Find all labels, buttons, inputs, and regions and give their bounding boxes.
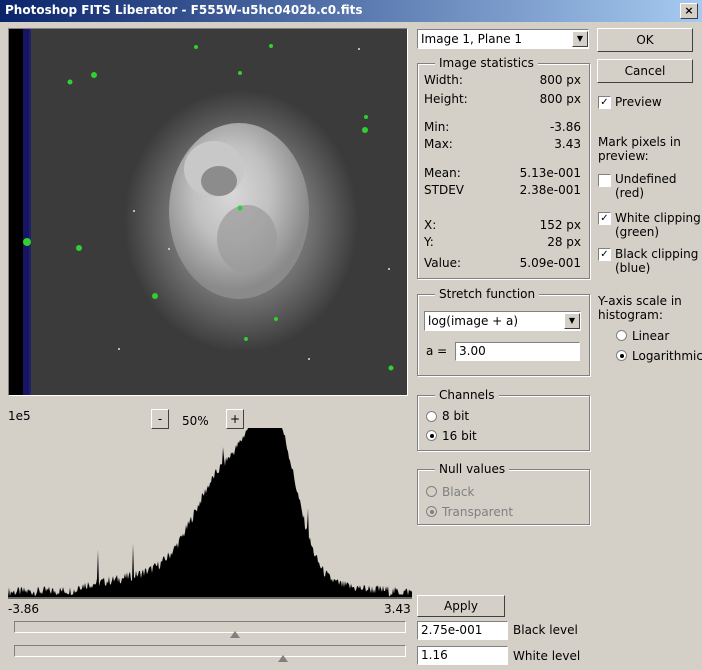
mark-pixels-label-2: preview: (598, 149, 649, 163)
white-level-value: 1.16 (421, 648, 448, 662)
stat-mean-value: 5.13e-001 (519, 166, 581, 180)
chevron-down-icon[interactable]: ▼ (572, 31, 588, 47)
nebula-preview-svg (9, 29, 407, 395)
stat-max-label: Max: (424, 137, 453, 151)
stat-height-label: Height: (424, 92, 468, 106)
window-title: Photoshop FITS Liberator - F555W-u5hc040… (5, 3, 363, 17)
stat-value-label: Value: (424, 256, 461, 270)
null-black-radio (426, 486, 437, 497)
undefined-label-2: (red) (615, 186, 645, 200)
histogram-y-label: 1e5 (8, 409, 31, 423)
white-level-thumb[interactable] (278, 655, 288, 662)
white-level-input[interactable]: 1.16 (417, 646, 508, 665)
stat-min-label: Min: (424, 120, 450, 134)
preview-label[interactable]: Preview (615, 95, 662, 109)
black-level-slider[interactable] (14, 621, 406, 633)
stretch-function-select[interactable]: log(image + a) ▼ (424, 311, 581, 331)
stretch-a-value: 3.00 (459, 344, 486, 358)
zoom-in-button[interactable]: + (226, 409, 244, 429)
stat-stdev-label: STDEV (424, 183, 464, 197)
8-bit-radio[interactable] (426, 411, 437, 422)
null-black-label: Black (442, 485, 475, 499)
logarithmic-label[interactable]: Logarithmic (632, 349, 702, 363)
histogram-bars (8, 428, 412, 597)
cancel-button[interactable]: Cancel (597, 59, 693, 83)
stretch-function-group (417, 294, 590, 376)
8-bit-label[interactable]: 8 bit (442, 409, 469, 423)
16-bit-label[interactable]: 16 bit (442, 429, 477, 443)
linear-label[interactable]: Linear (632, 329, 669, 343)
black-level-value: 2.75e-001 (421, 623, 483, 637)
black-level-thumb[interactable] (230, 631, 240, 638)
histogram[interactable] (8, 428, 412, 600)
stat-x-value: 152 px (539, 218, 581, 232)
zoom-level: 50% (182, 414, 209, 428)
stat-x-label: X: (424, 218, 437, 232)
apply-button[interactable]: Apply (417, 595, 505, 617)
preview-checkbox[interactable]: ✓ (598, 96, 611, 109)
stretch-a-label: a = (426, 344, 448, 358)
zoom-out-button[interactable]: - (151, 409, 169, 429)
white-clipping-label-1[interactable]: White clipping (615, 211, 701, 225)
stat-width-value: 800 px (539, 73, 581, 87)
white-level-slider[interactable] (14, 645, 406, 657)
preview-image[interactable] (8, 28, 408, 396)
stretch-function-legend: Stretch function (435, 287, 540, 301)
chevron-down-icon[interactable]: ▼ (564, 313, 580, 329)
stat-max-value: 3.43 (554, 137, 581, 151)
undefined-checkbox[interactable] (598, 174, 611, 187)
image-plane-value: Image 1, Plane 1 (421, 32, 523, 46)
close-button[interactable]: × (680, 3, 698, 19)
linear-radio[interactable] (616, 330, 627, 341)
16-bit-radio[interactable] (426, 430, 437, 441)
stat-min-value: -3.86 (549, 120, 581, 134)
black-level-input[interactable]: 2.75e-001 (417, 621, 508, 640)
stretch-function-value: log(image + a) (428, 314, 519, 328)
histogram-x-min: -3.86 (8, 602, 40, 616)
channels-legend: Channels (435, 388, 499, 402)
white-level-label: White level (513, 649, 581, 663)
stat-mean-label: Mean: (424, 166, 461, 180)
black-clipping-checkbox[interactable]: ✓ (598, 248, 611, 261)
null-values-legend: Null values (435, 462, 510, 476)
histogram-plot (8, 428, 412, 599)
black-clipping-label-1[interactable]: Black clipping (615, 247, 698, 261)
yaxis-scale-label-1: Y-axis scale in (598, 294, 682, 308)
null-transparent-label: Transparent (442, 505, 514, 519)
stat-y-label: Y: (424, 235, 434, 249)
black-level-label: Black level (513, 623, 578, 637)
undefined-label-1[interactable]: Undefined (615, 172, 677, 186)
ok-button[interactable]: OK (597, 28, 693, 52)
black-clipping-label-2: (blue) (615, 261, 651, 275)
yaxis-scale-label-2: histogram: (598, 308, 663, 322)
image-statistics-legend: Image statistics (435, 56, 538, 70)
stat-width-label: Width: (424, 73, 463, 87)
null-transparent-radio (426, 506, 437, 517)
stretch-a-input[interactable]: 3.00 (455, 342, 580, 361)
stat-height-value: 800 px (539, 92, 581, 106)
image-plane-select[interactable]: Image 1, Plane 1 ▼ (417, 29, 589, 49)
histogram-x-max: 3.43 (384, 602, 411, 616)
stat-stdev-value: 2.38e-001 (519, 183, 581, 197)
logarithmic-radio[interactable] (616, 350, 627, 361)
white-clipping-checkbox[interactable]: ✓ (598, 212, 611, 225)
stat-y-value: 28 px (547, 235, 581, 249)
white-clipping-label-2: (green) (615, 225, 660, 239)
mark-pixels-label-1: Mark pixels in (598, 135, 681, 149)
stat-value-value: 5.09e-001 (519, 256, 581, 270)
